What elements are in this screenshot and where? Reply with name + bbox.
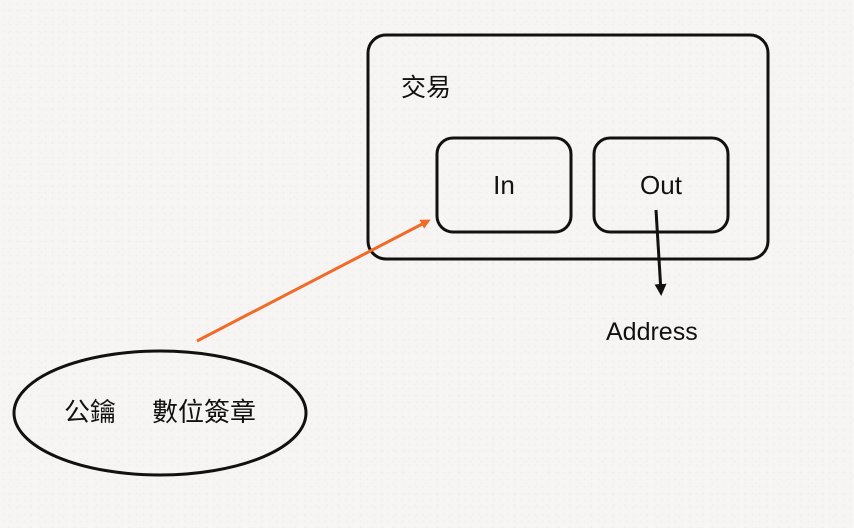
input-label: In bbox=[493, 170, 515, 200]
output-to-address-arrow bbox=[654, 209, 667, 296]
address-label: Address bbox=[606, 318, 698, 346]
transaction-label: 交易 bbox=[401, 73, 452, 102]
public-key-label: 公鑰 bbox=[64, 398, 117, 428]
output-label: Out bbox=[640, 170, 682, 200]
signature-label: 數位簽章 bbox=[152, 398, 257, 428]
signature-to-input-arrow bbox=[196, 219, 431, 343]
